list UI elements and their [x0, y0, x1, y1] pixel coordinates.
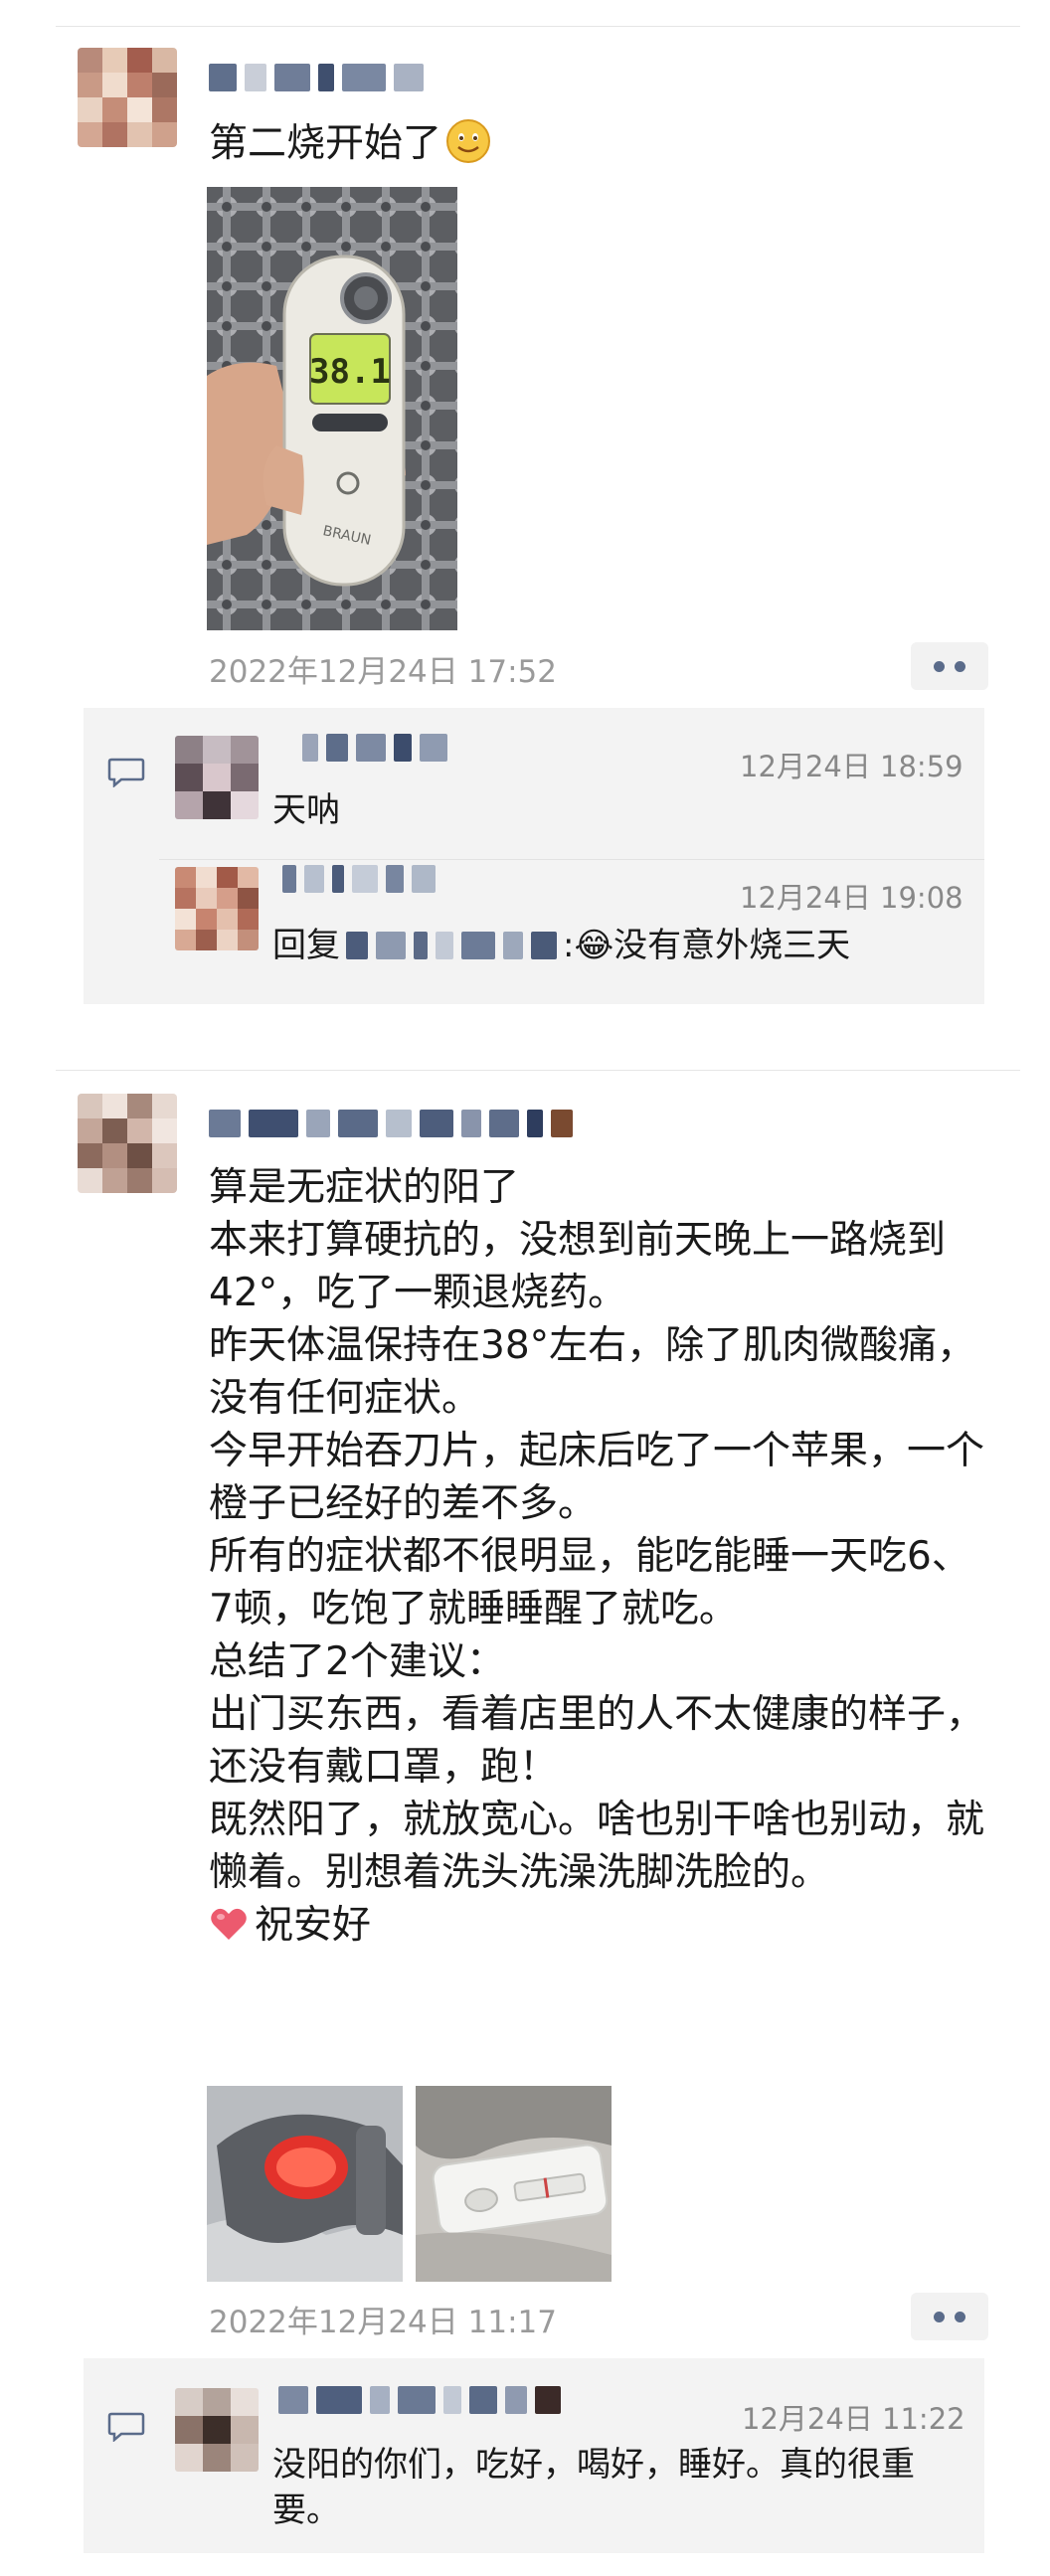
more-dot-icon [955, 660, 965, 672]
comment-bubble-icon [107, 758, 145, 787]
comment2-text: :😂没有意外烧三天 [563, 926, 851, 965]
post1-thermometer-photo[interactable]: 38.1 BRAUN [207, 187, 457, 630]
post2-photo-thermometer[interactable] [207, 2086, 403, 2282]
post2-text: 算是无症状的阳了 本来打算硬抗的，没想到前天晚上一路烧到42°，吃了一颗退烧药。… [209, 1161, 984, 1952]
post2-line: 昨天体温保持在38°左右，除了肌肉微酸痛，没有任何症状。 [209, 1323, 976, 1421]
post2-closing-line: 祝安好 [209, 1899, 984, 1952]
comment3-date: 12月24日 11:22 [742, 2402, 965, 2436]
post2-timestamp: 2022年12月24日 11:17 [209, 2305, 557, 2340]
post2-line: 所有的症状都不很明显，能吃能睡一天吃6、7顿，吃饱了就睡睡醒了就吃。 [209, 1534, 970, 1631]
post1-avatar[interactable] [78, 48, 177, 147]
smile-emoji-icon [445, 118, 491, 164]
comment-separator [159, 859, 984, 860]
post1-text: 第二烧开始了 [209, 117, 984, 170]
post2-line: 总结了2个建议： [209, 1639, 505, 1684]
comment-bubble-icon [107, 2412, 145, 2442]
comment2-date: 12月24日 19:08 [740, 881, 963, 915]
red-thermometer-photo-svg [207, 2086, 403, 2282]
post1-more-button[interactable] [911, 642, 988, 690]
comment2-text-row: 回复 :😂没有意外烧三天 [272, 923, 850, 968]
comment2-username-blurred[interactable] [282, 863, 436, 895]
post2-more-button[interactable] [911, 2293, 988, 2340]
thermometer-reading: 38.1 [309, 352, 391, 392]
post2-line: 今早开始吞刀片，起床后吃了一个苹果，一个橙子已经好的差不多。 [209, 1429, 985, 1526]
post1-comments-box: 12月24日 18:59 天呐 12月24日 19:08 回复 :😂没有意外烧三… [84, 708, 984, 1004]
more-dot-icon [955, 2311, 965, 2322]
post2-closing: 祝安好 [255, 1903, 372, 1948]
reply-prefix: 回复 [272, 926, 340, 965]
comment1-text: 天呐 [272, 790, 340, 830]
comment1-avatar[interactable] [175, 736, 259, 819]
post2-avatar[interactable] [78, 1094, 177, 1193]
post-divider [56, 1070, 1020, 1071]
test-kit-photo-svg [416, 2086, 612, 2282]
post1-timestamp: 2022年12月24日 17:52 [209, 654, 557, 690]
post1-username-blurred[interactable] [209, 60, 424, 95]
post2-line: 算是无症状的阳了 [209, 1165, 520, 1210]
post1-text-content: 第二烧开始了 [209, 121, 442, 166]
comment3-text: 没阳的你们，吃好，喝好，睡好。真的很重要。 [272, 2445, 915, 2530]
comment1-username-blurred[interactable] [302, 732, 447, 764]
reply-target-blurred[interactable] [346, 931, 557, 960]
post2-username-blurred[interactable] [209, 1106, 573, 1141]
thermometer-photo-svg: 38.1 BRAUN [207, 187, 457, 630]
post2-line: 出门买东西，看着店里的人不太健康的样子，还没有戴口罩，跑！ [209, 1692, 985, 1790]
heart-emoji-icon [209, 1904, 249, 1944]
top-divider [56, 26, 1020, 27]
comment1-date: 12月24日 18:59 [740, 750, 963, 783]
post2-comments-box: 12月24日 11:22 没阳的你们，吃好，喝好，睡好。真的很重要。 [84, 2358, 984, 2553]
comment3-avatar[interactable] [175, 2388, 259, 2472]
more-dot-icon [934, 2311, 945, 2322]
more-dot-icon [934, 660, 945, 672]
comment2-avatar[interactable] [175, 867, 259, 950]
post2-line: 本来打算硬抗的，没想到前天晚上一路烧到42°，吃了一颗退烧药。 [209, 1218, 947, 1315]
post2-line: 既然阳了，就放宽心。啥也别干啥也别动，就懒着。别想着洗头洗澡洗脚洗脸的。 [209, 1798, 985, 1895]
post2-photo-test-kit[interactable] [416, 2086, 612, 2282]
comment3-username-blurred[interactable] [278, 2384, 561, 2416]
